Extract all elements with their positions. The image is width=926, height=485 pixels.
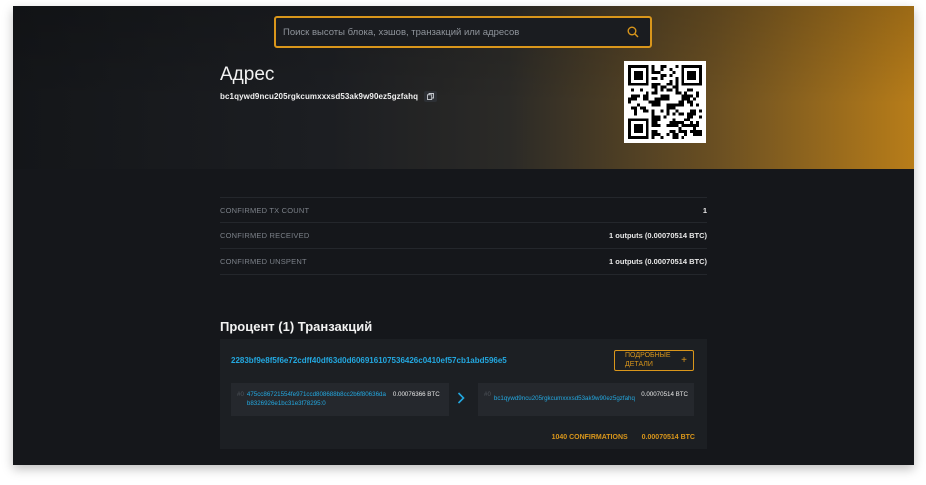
output-index: #0: [484, 391, 491, 398]
page-title: Адрес: [220, 64, 275, 85]
copy-icon[interactable]: [424, 91, 438, 102]
qr-code: [624, 61, 706, 143]
stat-value: 1 outputs (0.00070514 BTC): [609, 257, 707, 266]
search-icon[interactable]: [626, 25, 640, 39]
transaction-hash-link[interactable]: 2283bf9e8f5f6e72cdff40df63d0d60691610753…: [231, 356, 507, 365]
transaction-total: 0.00070514 BTC: [641, 434, 695, 441]
details-button[interactable]: ПОДРОБНЫЕ ДЕТАЛИ +: [614, 350, 694, 371]
address-stats: CONFIRMED TX COUNT 1 CONFIRMED RECEIVED …: [220, 197, 707, 275]
stat-row: CONFIRMED TX COUNT 1: [220, 197, 707, 223]
input-amount: 0.00076366 BTC: [392, 391, 440, 398]
output-address-link[interactable]: bc1qywd9ncu205rgkcumxxxsd53ak9w90ez5gzfa…: [494, 395, 635, 403]
stat-value: 1: [702, 205, 707, 215]
confirmations-badge: 1040 CONFIRMATIONS: [551, 434, 628, 441]
plus-icon: +: [681, 354, 687, 366]
transaction-output: #0 bc1qywd9ncu205rgkcumxxxsd53ak9w90ez5g…: [478, 383, 694, 416]
stat-row: CONFIRMED RECEIVED 1 outputs (0.00070514…: [220, 223, 707, 249]
stat-label: CONFIRMED RECEIVED: [220, 231, 310, 240]
search-input[interactable]: [283, 26, 626, 38]
stat-label: CONFIRMED TX COUNT: [220, 205, 310, 215]
stat-label: CONFIRMED UNSPENT: [220, 257, 307, 266]
search-bar: [274, 16, 652, 48]
address-row: bc1qywd9ncu205rgkcumxxxsd53ak9w90ez5gzfa…: [220, 91, 438, 102]
details-button-label: ПОДРОБНЫЕ ДЕТАЛИ: [625, 352, 671, 368]
output-amount: 0.00070514 BTC: [641, 391, 688, 398]
transaction-footer: 1040 CONFIRMATIONS 0.00070514 BTC: [552, 434, 695, 441]
chevron-right-icon: [457, 392, 465, 407]
page-frame: Адрес bc1qywd9ncu205rgkcumxxxsd53ak9w90e…: [13, 6, 914, 465]
transactions-heading: Процент (1) Транзакций: [220, 319, 373, 334]
input-address-link[interactable]: 475cc86721554fe971ccd808688b8cc2b6f80636…: [247, 391, 387, 408]
transaction-card: 2283bf9e8f5f6e72cdff40df63d0d60691610753…: [220, 339, 707, 449]
stat-value: 1 outputs (0.00070514 BTC): [609, 231, 707, 240]
address-value: bc1qywd9ncu205rgkcumxxxsd53ak9w90ez5gzfa…: [220, 92, 419, 101]
transaction-input: #0 475cc86721554fe971ccd808688b8cc2b6f80…: [231, 383, 449, 416]
stat-row: CONFIRMED UNSPENT 1 outputs (0.00070514 …: [220, 249, 707, 275]
input-index: #0: [237, 391, 244, 398]
